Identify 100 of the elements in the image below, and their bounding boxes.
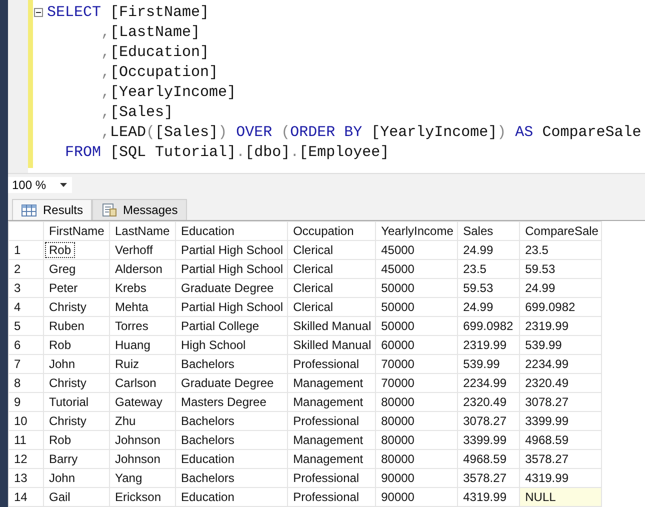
table-cell-text: Professional: [292, 489, 360, 505]
table-cell-text: 24.99: [462, 299, 494, 315]
table-cell-text: Alderson: [114, 261, 164, 277]
table-cell-text: Yang: [114, 470, 144, 486]
row-number: 9: [8, 392, 44, 412]
table-cell-text: Mehta: [114, 299, 150, 315]
collapse-icon[interactable]: [34, 8, 43, 16]
table-cell-text: 3578.27: [524, 451, 570, 467]
table-cell-text: 3578.27: [462, 470, 508, 486]
row-number: 2: [8, 260, 44, 278]
table-cell-text: Johnson: [114, 451, 162, 467]
table-cell-text: Masters Degree: [180, 394, 268, 410]
table-cell-text: Partial High School: [180, 299, 284, 315]
table-cell-text: Christy: [48, 299, 88, 315]
row-number: 12: [8, 450, 44, 468]
table-cell-text: 50000: [380, 299, 416, 315]
table-cell-text: 45000: [380, 261, 416, 277]
table-cell-text: Bachelors: [180, 432, 236, 448]
table-cell-text: Graduate Degree: [180, 280, 275, 296]
code-line: ,[Education]: [101, 44, 210, 60]
row-number: 13: [8, 468, 44, 488]
grid-icon: [21, 203, 37, 217]
table-cell-text: Education: [180, 451, 236, 467]
table-cell-text: 50000: [380, 280, 416, 296]
table-cell-text: 50000: [380, 318, 416, 334]
table-cell-text: Zhu: [114, 413, 137, 429]
table-cell-text: Erickson: [114, 489, 162, 505]
column-header[interactable]: LastName: [110, 222, 176, 240]
tab[interactable]: Results: [12, 199, 92, 220]
table-cell-text: 3078.27: [462, 413, 508, 429]
table-cell-text: 80000: [380, 394, 416, 410]
row-number: 1: [8, 240, 44, 260]
table-cell-text: 70000: [380, 375, 416, 391]
table-cell-text: Management: [292, 432, 364, 448]
document-icon: [101, 203, 118, 217]
table-cell-text: Clerical: [292, 299, 334, 315]
table-cell-text: Management: [292, 451, 364, 467]
table-cell-text: Ruben: [48, 318, 86, 334]
table-cell-text: 539.99: [462, 356, 501, 372]
table-cell-text: 2320.49: [524, 375, 570, 391]
table-cell-text: Torres: [114, 318, 150, 334]
table-cell-text: Johnson: [114, 432, 162, 448]
table-cell-text: 3399.99: [462, 432, 508, 448]
table-cell-text: 45000: [380, 242, 416, 258]
column-header[interactable]: Sales: [458, 222, 520, 240]
table-cell-text: 539.99: [524, 337, 563, 353]
table-cell-text: Bachelors: [180, 413, 236, 429]
table-cell-text: Rob: [48, 337, 72, 353]
tab[interactable]: Messages: [92, 199, 187, 220]
table-cell-text: 90000: [380, 489, 416, 505]
table-cell-text: 699.0982: [462, 318, 514, 334]
caret-icon: [60, 183, 68, 187]
table-cell-text: 3078.27: [524, 394, 570, 410]
table-cell-text: Christy: [48, 413, 88, 429]
table-cell-text: Professional: [292, 470, 360, 486]
table-cell-text: Clerical: [292, 242, 334, 258]
row-number: 11: [8, 430, 44, 450]
table-cell-text: Tutorial: [48, 394, 90, 410]
table-cell-text: 60000: [380, 337, 416, 353]
code-line: SELECT [FirstName]: [47, 4, 210, 20]
column-header[interactable]: FirstName: [44, 222, 110, 240]
table-cell-text: 80000: [380, 413, 416, 429]
table-cell-text: 2319.99: [524, 318, 570, 334]
table-cell-text: 23.5: [462, 261, 488, 277]
table-cell-text: 80000: [380, 451, 416, 467]
code-line: ,LEAD([Sales]) OVER (ORDER BY [YearlyIncome]) AS CompareSale: [101, 124, 642, 140]
table-cell-text: 4319.99: [462, 489, 508, 505]
table-cell-text: Partial College: [180, 318, 260, 334]
table-cell-text: Skilled Manual: [292, 337, 372, 353]
row-number: 5: [8, 316, 44, 336]
table-cell-text: Greg: [48, 261, 77, 277]
row-number: 3: [8, 278, 44, 298]
table-cell-text: 2319.99: [462, 337, 508, 353]
table-cell-text: Carlson: [114, 375, 158, 391]
table-cell-text: Bachelors: [180, 470, 236, 486]
code-line: ,[Sales]: [101, 104, 174, 120]
column-header[interactable]: YearlyIncome: [376, 222, 458, 240]
table-cell-text: Bachelors: [180, 356, 236, 372]
table-cell-text: 59.53: [524, 261, 556, 277]
table-cell-text: Partial High School: [180, 261, 284, 277]
table-cell: Rob: [45, 242, 76, 258]
code-line: ,[YearlyIncome]: [101, 84, 236, 100]
zoom-dropdown[interactable]: 100 %: [8, 177, 72, 193]
table-cell-text: Gateway: [114, 394, 164, 410]
table-cell-text: Management: [292, 375, 364, 391]
column-header[interactable]: CompareSale: [520, 222, 602, 240]
table-cell-text: High School: [180, 337, 247, 353]
row-number: 6: [8, 336, 44, 354]
table-cell-text: John: [48, 470, 76, 486]
column-header[interactable]: Education: [176, 222, 288, 240]
table-cell-text: 2234.99: [524, 356, 570, 372]
table-cell-text: 4968.59: [524, 432, 570, 448]
code-line: ,[Occupation]: [101, 64, 218, 80]
table-cell-text: 23.5: [524, 242, 550, 258]
code-line: ,[LastName]: [101, 24, 200, 40]
table-cell-text: 80000: [380, 432, 416, 448]
table-cell-text: Partial High School: [180, 242, 284, 258]
row-number: 7: [8, 354, 44, 374]
table-cell-text: Huang: [114, 337, 152, 353]
column-header[interactable]: Occupation: [288, 222, 376, 240]
